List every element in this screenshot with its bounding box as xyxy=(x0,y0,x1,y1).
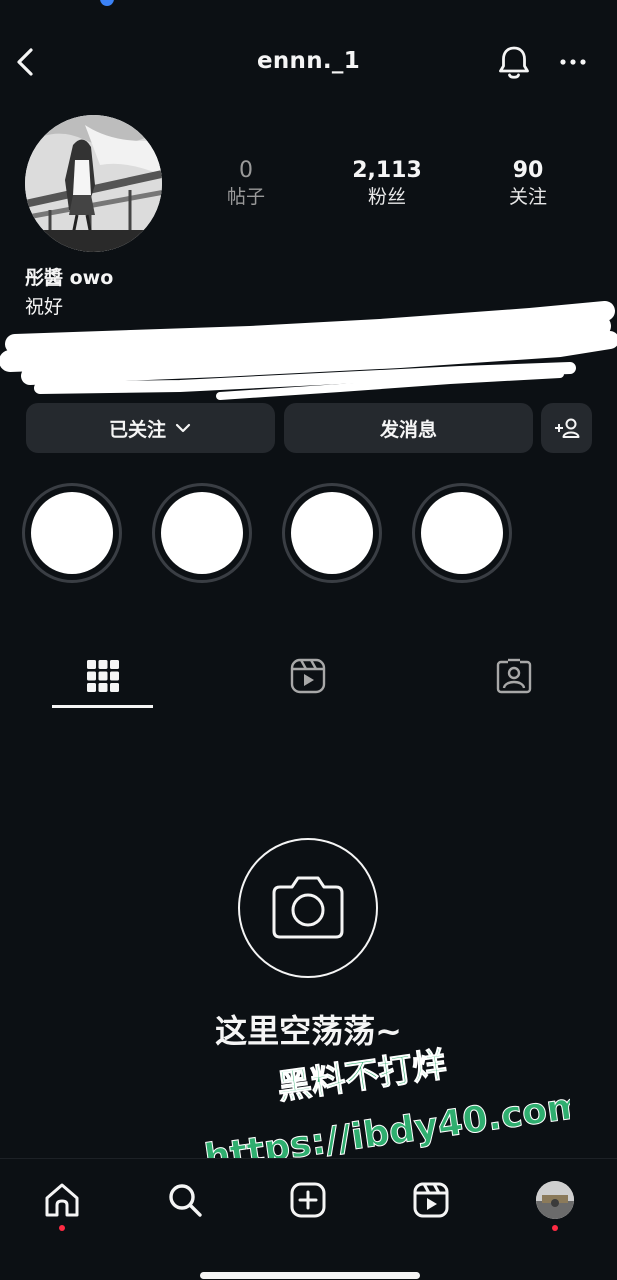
display-name: 彤醬 owo xyxy=(25,267,114,289)
highlight-cover xyxy=(421,492,503,574)
more-horizontal-icon xyxy=(560,59,586,65)
content-tabs xyxy=(0,648,617,708)
following-button-label: 已关注 xyxy=(108,418,166,441)
tagged-icon xyxy=(496,658,532,694)
watermark-overlay: 黑料不打烊 https://ibdy40.com xyxy=(201,1044,570,1160)
more-options-button[interactable] xyxy=(553,46,593,78)
following-dropdown-button[interactable]: 已关注 xyxy=(26,403,275,453)
avatar-illustration xyxy=(25,115,162,252)
followers-count: 2,113 xyxy=(352,158,422,183)
top-bar: ennn._1 xyxy=(0,36,617,90)
nav-reels[interactable] xyxy=(406,1175,456,1225)
story-highlight[interactable] xyxy=(22,483,122,583)
story-highlight[interactable] xyxy=(282,483,382,583)
message-button-label: 发消息 xyxy=(379,418,437,441)
notifications-button[interactable] xyxy=(494,42,534,82)
profile-avatar[interactable] xyxy=(25,115,162,252)
chevron-down-icon xyxy=(175,423,191,433)
suggest-users-button[interactable] xyxy=(541,403,592,453)
home-indicator xyxy=(200,1272,420,1279)
tab-tagged[interactable] xyxy=(464,648,564,704)
bottom-navigation xyxy=(0,1158,617,1280)
nav-search[interactable] xyxy=(160,1175,210,1225)
profile-notification-dot xyxy=(552,1225,558,1231)
posts-stat[interactable]: 0 帖子 xyxy=(191,158,301,210)
reels-icon xyxy=(413,1182,449,1218)
tab-reels[interactable] xyxy=(258,648,358,704)
posts-count: 0 xyxy=(239,158,253,183)
search-icon xyxy=(169,1184,202,1217)
empty-state-camera xyxy=(238,838,378,978)
highlight-cover xyxy=(31,492,113,574)
home-notification-dot xyxy=(59,1225,65,1231)
active-tab-indicator xyxy=(52,705,153,708)
create-post-icon xyxy=(290,1182,326,1218)
watermark-line2: https://ibdy40.com xyxy=(202,1085,570,1160)
profile-avatar-thumbnail xyxy=(536,1181,574,1219)
following-stat[interactable]: 90 关注 xyxy=(473,158,583,210)
avatar-illustration xyxy=(536,1181,574,1219)
nav-home[interactable] xyxy=(37,1175,87,1225)
followers-label: 粉丝 xyxy=(367,186,406,208)
redaction-scribble xyxy=(0,301,617,400)
posts-label: 帖子 xyxy=(226,186,265,208)
following-label: 关注 xyxy=(508,186,547,208)
watermark-line1: 黑料不打烊 xyxy=(275,1045,449,1108)
status-bar xyxy=(0,0,617,14)
highlight-cover xyxy=(291,492,373,574)
nav-create[interactable] xyxy=(283,1175,333,1225)
grid-icon xyxy=(87,660,119,692)
camera-icon xyxy=(272,876,344,939)
message-button[interactable]: 发消息 xyxy=(284,403,533,453)
following-count: 90 xyxy=(512,158,544,183)
reels-icon xyxy=(290,658,326,694)
bell-icon xyxy=(499,46,529,79)
status-indicator-icon xyxy=(100,0,114,6)
highlight-cover xyxy=(161,492,243,574)
home-icon xyxy=(45,1183,79,1217)
story-highlight[interactable] xyxy=(412,483,512,583)
followers-stat[interactable]: 2,113 粉丝 xyxy=(332,158,442,210)
nav-profile[interactable] xyxy=(530,1175,580,1225)
add-person-icon xyxy=(554,418,579,438)
story-highlight[interactable] xyxy=(152,483,252,583)
tab-posts-grid[interactable] xyxy=(53,648,153,704)
